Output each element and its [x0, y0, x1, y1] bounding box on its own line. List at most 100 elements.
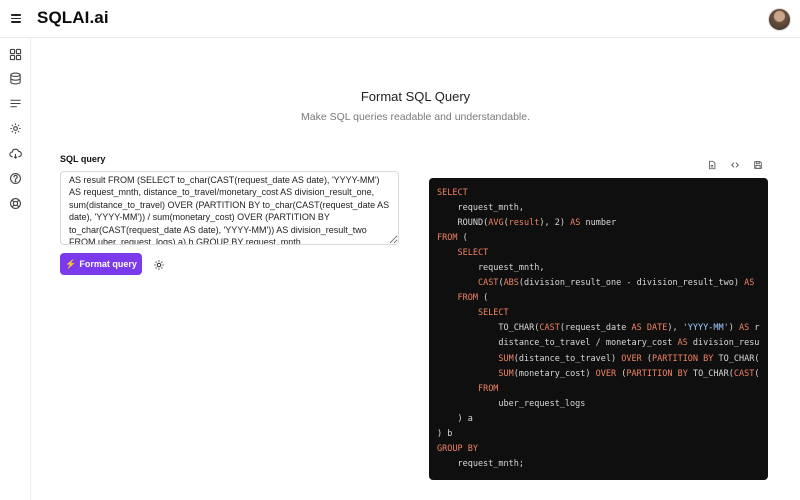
code-token: FROM — [477, 383, 499, 394]
code-token: (monetary_cost) — [513, 368, 596, 379]
code-token: ), — [667, 323, 683, 334]
app-logo-text[interactable]: SQLAI.ai — [37, 8, 109, 28]
code-token: SUM — [498, 353, 514, 364]
code-token: AS — [570, 218, 581, 229]
code-token: ), 2) — [539, 218, 571, 229]
code-token: TO_CHAR( — [687, 368, 734, 379]
code-token: AS — [744, 278, 755, 289]
code-token: ( — [457, 233, 468, 244]
code-token: request_mnth, — [437, 203, 524, 214]
code-line: CAST(ABS(division_result_one - division_… — [437, 276, 760, 291]
code-token: request_mnth; — [437, 458, 524, 469]
sql-query-input[interactable]: AS result FROM (SELECT to_char(CAST(requ… — [60, 171, 399, 245]
format-query-button[interactable]: ⚡ Format query — [60, 253, 142, 275]
code-line: FROM — [437, 382, 760, 397]
code-token: (distance_to_travel) — [513, 353, 622, 364]
code-line: SELECT — [437, 246, 760, 261]
code-token: SELECT — [477, 308, 509, 319]
code-token: request_mnth, — [437, 263, 545, 274]
code-token: CAST — [477, 278, 499, 289]
code-token: ( — [616, 368, 627, 379]
code-line: uber_request_logs — [437, 397, 760, 412]
code-token: FROM — [437, 233, 458, 244]
sidebar — [0, 38, 31, 500]
code-token: PARTITION BY — [626, 368, 688, 379]
formatted-sql-code: SELECT request_mnth, ROUND ( AVG ( result), … — [437, 186, 760, 472]
code-token: ( — [477, 293, 489, 304]
code-line: request_mnth; — [437, 457, 760, 472]
hamburger-icon[interactable] — [9, 11, 23, 25]
save-icon[interactable] — [752, 159, 764, 171]
page-subtitle: Make SQL queries readable and understand… — [300, 111, 531, 123]
code-token: (division_result_one - division_result_t… — [518, 278, 745, 289]
code-line: FROM ( — [437, 231, 760, 246]
sql-query-label: SQL query — [60, 154, 106, 164]
code-token: ABS — [503, 278, 519, 289]
code-token: ) — [728, 323, 739, 334]
top-bar: SQLAI.ai — [0, 0, 800, 38]
code-line: SELECT — [437, 306, 760, 321]
gear-icon[interactable] — [153, 258, 165, 270]
user-avatar[interactable] — [768, 8, 791, 31]
code-token: FROM — [457, 293, 478, 304]
code-token: ROUND — [457, 218, 484, 229]
code-line: request_mnth, — [437, 261, 760, 276]
settings-gear-icon[interactable] — [9, 122, 22, 135]
code-token: uber_request_logs — [437, 398, 586, 409]
code-token: GROUP BY — [437, 443, 478, 454]
file-icon[interactable] — [706, 159, 718, 171]
code-token: ) a — [437, 413, 473, 424]
code-token: division_resu — [687, 338, 760, 349]
code-token: distance_to_travel / monetary_cost — [437, 338, 678, 349]
code-line: distance_to_travel / monetary_cost AS di… — [437, 336, 760, 351]
code-token: ( — [754, 368, 760, 379]
code-token: ) b — [437, 428, 453, 439]
page-title: Format SQL Query — [360, 89, 471, 104]
code-line: SELECT — [437, 186, 760, 201]
code-token: r — [749, 323, 760, 334]
lightning-icon: ⚡ — [65, 258, 77, 269]
code-line: GROUP BY — [437, 442, 760, 457]
help-circle-icon[interactable] — [9, 172, 22, 185]
code-line: SUM(distance_to_travel) OVER (PARTITION … — [437, 352, 760, 367]
code-token: SUM — [498, 368, 514, 379]
code-token: number — [580, 218, 617, 229]
code-line: TO_CHAR(CAST(request_date AS DATE), 'YYY… — [437, 321, 760, 336]
code-token: OVER — [595, 368, 617, 379]
code-token: PARTITION BY — [651, 353, 714, 364]
code-token: CAST — [539, 323, 560, 334]
code-line: FROM ( — [437, 291, 760, 306]
code-line: request_mnth, — [437, 201, 760, 216]
code-token: AS — [739, 323, 750, 334]
code-token: result — [508, 218, 540, 229]
code-token: AVG — [488, 218, 504, 229]
code-token: SELECT — [437, 188, 468, 198]
code-line: ) b — [437, 427, 760, 442]
code-token: SELECT — [457, 248, 489, 259]
formatted-output-panel[interactable]: SELECT request_mnth, ROUND ( AVG ( result), … — [429, 178, 768, 480]
code-token: TO_CHAR( — [713, 353, 760, 364]
cloud-sync-icon[interactable] — [9, 147, 22, 160]
code-token: OVER — [621, 353, 642, 364]
code-icon[interactable] — [729, 159, 741, 171]
dashboard-icon[interactable] — [9, 48, 22, 61]
code-line: ) a — [437, 412, 760, 427]
code-line: SUM(monetary_cost) OVER (PARTITION BY TO… — [437, 367, 760, 382]
code-token: AS — [677, 338, 688, 349]
code-token: ( — [641, 353, 652, 364]
code-token: AS DATE — [631, 323, 668, 334]
support-lifebuoy-icon[interactable] — [9, 197, 22, 210]
database-icon[interactable] — [9, 72, 22, 85]
list-lines-icon[interactable] — [9, 97, 22, 110]
format-query-label: Format query — [79, 259, 137, 269]
code-token: CAST — [733, 368, 755, 379]
code-token: (request_date — [559, 323, 632, 334]
